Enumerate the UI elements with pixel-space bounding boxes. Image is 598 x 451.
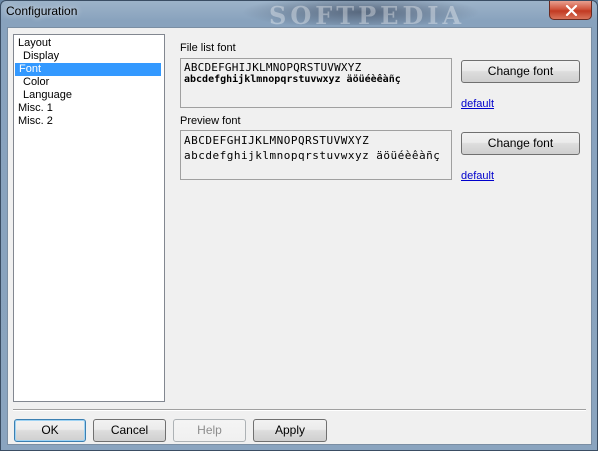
preview-font-default-link[interactable]: default <box>461 170 494 182</box>
file-list-font-sample: ABCDEFGHIJKLMNOPQRSTUVWXYZ abcdefghijklm… <box>180 58 452 108</box>
preview-font-label: Preview font <box>180 115 241 127</box>
preview-font-sample: ABCDEFGHIJKLMNOPQRSTUVWXYZ abcdefghijklm… <box>180 130 452 180</box>
file-list-sample-upper: ABCDEFGHIJKLMNOPQRSTUVWXYZ <box>184 61 362 74</box>
preview-sample-lower: abcdefghijklmnopqrstuvwxyz äöüéèêàñç <box>184 149 441 162</box>
close-button[interactable] <box>549 1 592 20</box>
file-list-font-default-link[interactable]: default <box>461 98 494 110</box>
help-button[interactable]: Help <box>173 419 246 442</box>
preview-sample-upper: ABCDEFGHIJKLMNOPQRSTUVWXYZ <box>184 134 370 147</box>
close-icon <box>565 5 578 16</box>
dialog-client-area: Layout Display Font Color Language Misc.… <box>7 27 592 445</box>
configuration-window: SOFTPEDIA Configuration Layout Display F… <box>0 0 598 451</box>
title-bar[interactable]: SOFTPEDIA Configuration <box>1 1 597 25</box>
tree-item-layout[interactable]: Layout <box>16 37 53 50</box>
file-list-sample-lower: abcdefghijklmnopqrstuvwxyz äöüéèêàñç <box>184 74 401 85</box>
change-preview-font-button[interactable]: Change font <box>461 132 580 155</box>
tree-item-color[interactable]: Color <box>21 76 51 89</box>
watermark: SOFTPEDIA <box>269 1 466 25</box>
ok-button[interactable]: OK <box>14 419 86 442</box>
category-tree[interactable]: Layout Display Font Color Language Misc.… <box>13 34 165 402</box>
change-file-list-font-button[interactable]: Change font <box>461 60 580 83</box>
apply-button[interactable]: Apply <box>253 419 327 442</box>
window-title: Configuration <box>6 4 78 18</box>
tree-item-misc-2[interactable]: Misc. 2 <box>16 115 55 128</box>
tree-item-font[interactable]: Font <box>15 63 161 76</box>
footer-separator <box>13 409 586 411</box>
tree-item-language[interactable]: Language <box>21 89 74 102</box>
file-list-font-label: File list font <box>180 42 236 54</box>
cancel-button[interactable]: Cancel <box>93 419 166 442</box>
tree-item-misc-1[interactable]: Misc. 1 <box>16 102 55 115</box>
tree-item-display[interactable]: Display <box>21 50 61 63</box>
